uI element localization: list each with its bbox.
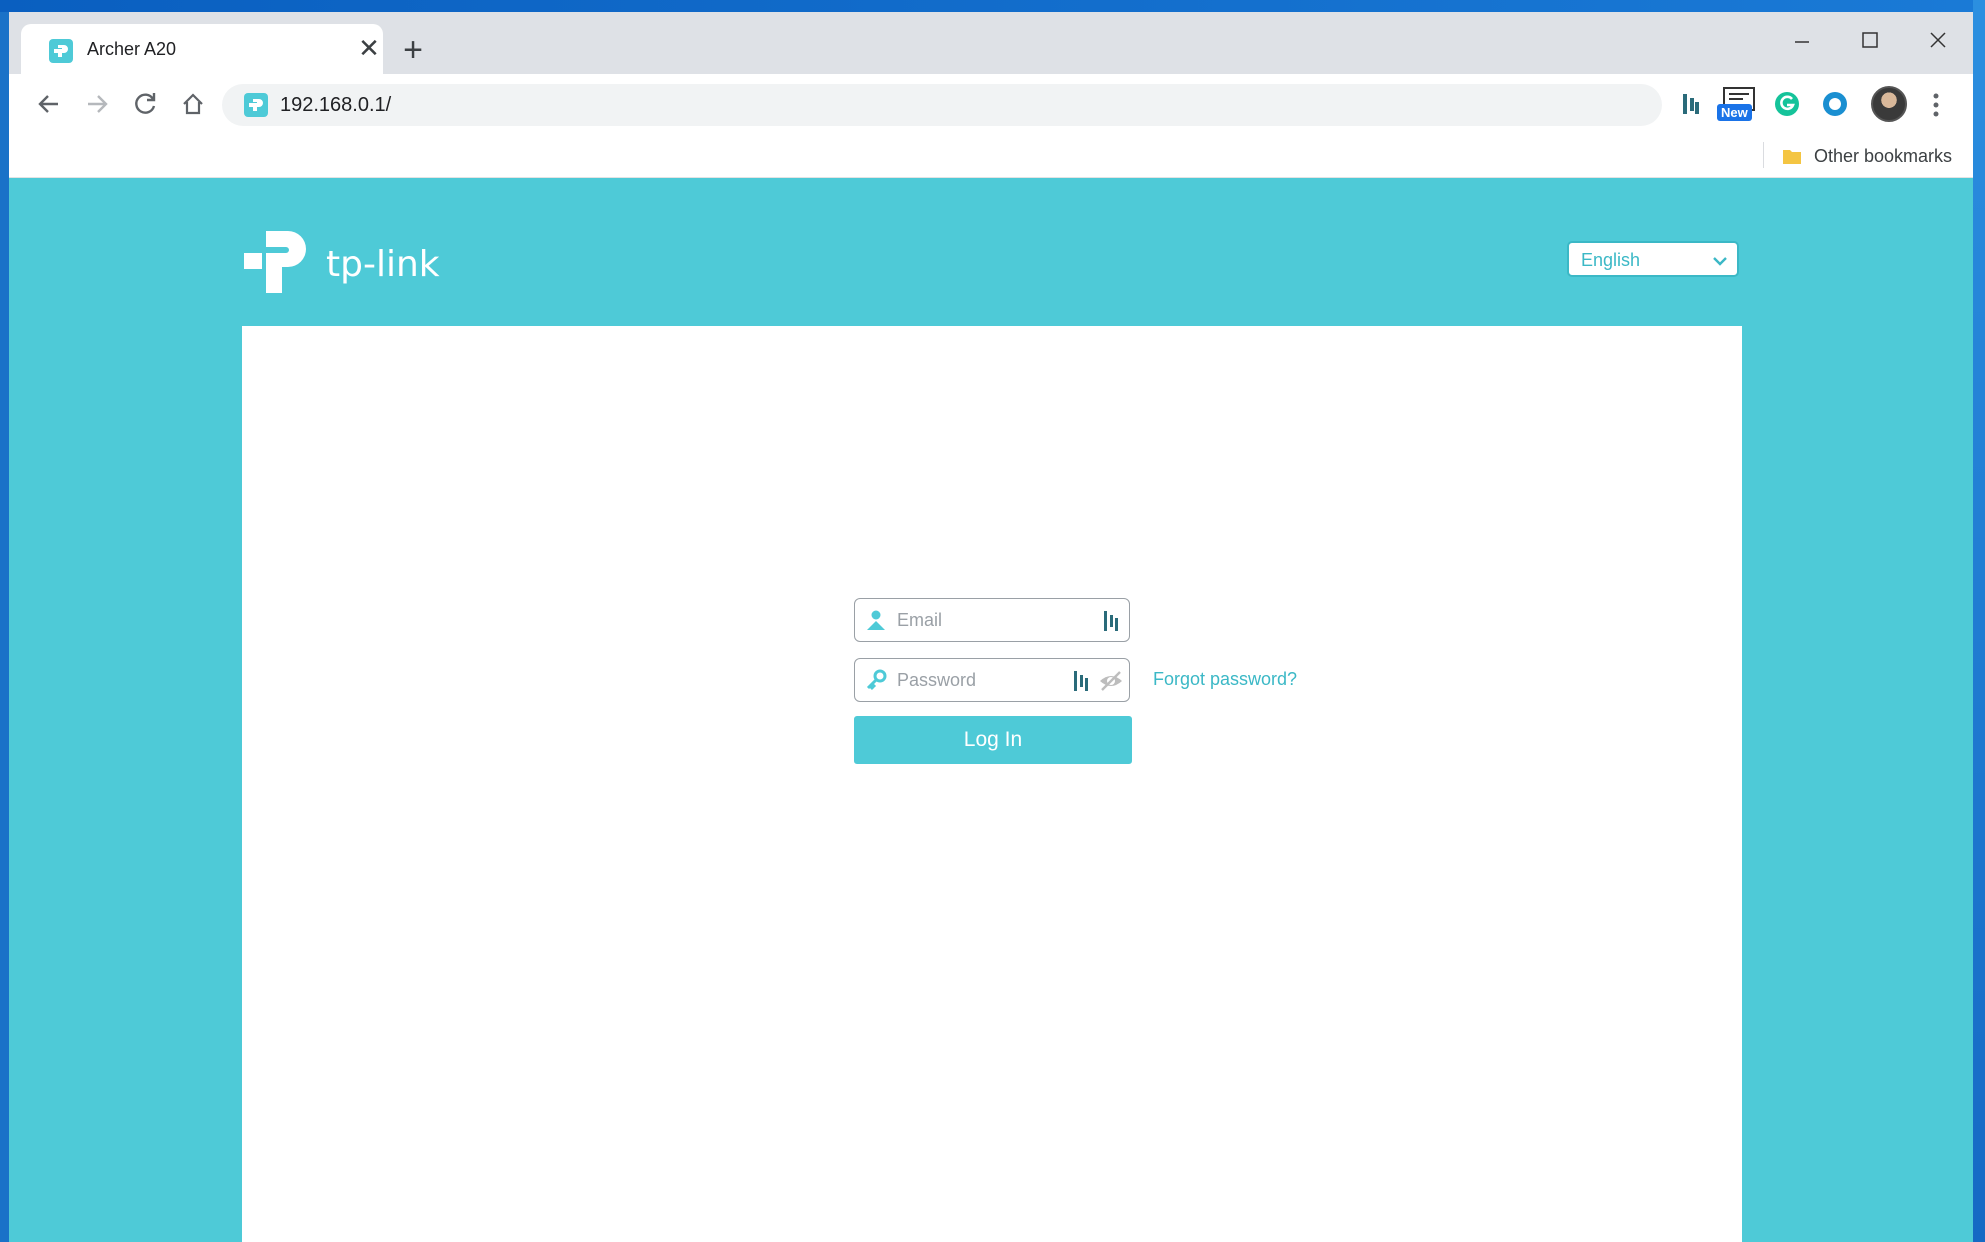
password-manager-fill-icon[interactable] (1071, 669, 1091, 693)
browser-toolbar: 192.168.0.1/ New (9, 74, 1973, 134)
login-panel: Forgot password? Log In (242, 326, 1742, 1242)
home-icon[interactable] (175, 86, 211, 122)
tplink-logo: tp-link (242, 223, 442, 299)
brand-wordmark: tp-link (326, 244, 440, 285)
new-badge: New (1717, 104, 1752, 121)
chevron-down-icon (1711, 252, 1729, 270)
browser-window: Archer A20 ✕ + 192.168.0.1/ New Other bo… (9, 12, 1973, 1242)
password-field[interactable] (854, 658, 1130, 702)
email-field[interactable] (854, 598, 1130, 642)
eye-hidden-icon[interactable] (1098, 669, 1124, 693)
tplink-favicon-icon (49, 39, 73, 63)
folder-icon (1781, 145, 1803, 167)
news-extension-icon[interactable]: New (1717, 84, 1759, 124)
language-select[interactable]: English (1567, 241, 1739, 277)
address-bar[interactable]: 192.168.0.1/ (222, 84, 1662, 126)
window-close-icon[interactable] (1913, 20, 1963, 56)
address-url[interactable]: 192.168.0.1/ (280, 94, 391, 117)
user-icon (865, 609, 887, 631)
password-manager-extension-icon[interactable] (1671, 84, 1711, 124)
circle-extension-icon[interactable] (1815, 84, 1855, 124)
router-login-page: tp-link English Email Forgot password? L… (9, 178, 1973, 1242)
other-bookmarks-link[interactable]: Other bookmarks (1814, 146, 1952, 167)
browser-menu-icon[interactable] (1926, 88, 1946, 122)
forgot-password-link[interactable]: Forgot password? (1153, 669, 1297, 690)
new-tab-button[interactable]: + (395, 32, 431, 68)
language-selected: English (1581, 250, 1641, 270)
desktop-background-top (0, 0, 1985, 12)
bookmarks-separator (1763, 142, 1764, 168)
forward-arrow-icon[interactable] (79, 86, 115, 122)
tab-close-icon[interactable]: ✕ (355, 34, 383, 62)
password-manager-fill-icon[interactable] (1101, 609, 1121, 633)
profile-avatar[interactable] (1871, 86, 1907, 122)
desktop-background-right (1973, 0, 1985, 1242)
browser-tab[interactable]: Archer A20 ✕ (21, 24, 383, 74)
email-input[interactable] (897, 607, 1077, 633)
grammarly-extension-icon[interactable] (1767, 84, 1807, 124)
tab-title: Archer A20 (87, 39, 177, 59)
back-arrow-icon[interactable] (31, 86, 67, 122)
minimize-icon[interactable] (1777, 20, 1827, 56)
password-input[interactable] (897, 667, 1077, 693)
reload-icon[interactable] (127, 86, 163, 122)
maximize-icon[interactable] (1845, 20, 1895, 56)
login-button[interactable]: Log In (854, 716, 1132, 764)
site-favicon-icon (244, 93, 268, 117)
bookmarks-bar: Other bookmarks (9, 134, 1973, 178)
tab-strip: Archer A20 ✕ + (9, 12, 1973, 74)
key-icon (865, 669, 887, 691)
